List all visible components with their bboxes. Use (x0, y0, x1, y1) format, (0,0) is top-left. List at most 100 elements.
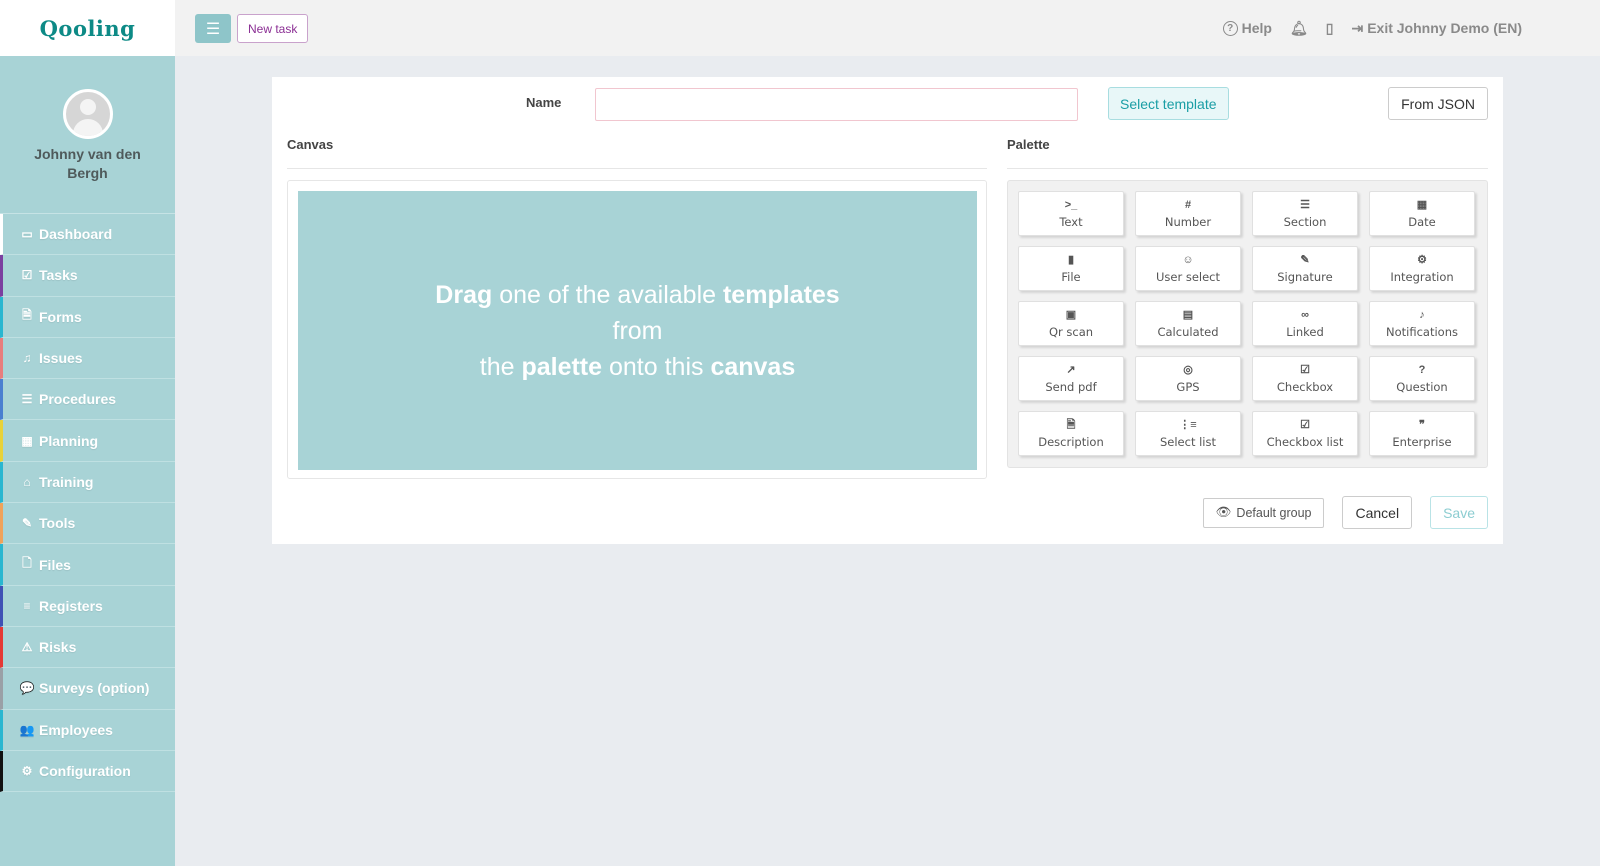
palette-item-label: User select (1155, 269, 1221, 284)
palette-item-integration[interactable]: ⚙ Integration (1369, 246, 1475, 291)
default-group-button[interactable]: 👁︎ Default group (1202, 497, 1325, 528)
sidebar-item-label: Planning (39, 432, 99, 449)
menu-toggle-button[interactable]: ☰ (195, 14, 231, 43)
share-icon: ↗ (1066, 363, 1076, 376)
device-button[interactable]: ▯ (1326, 20, 1334, 37)
document-icon: 🗎 (22, 308, 32, 323)
sidebar-item-tools[interactable]: ✎ Tools (0, 503, 175, 545)
qrcode-icon: ▣ (1065, 308, 1077, 321)
palette-item-date[interactable]: ▦ Date (1369, 191, 1475, 236)
palette-item-label: Checkbox list (1266, 434, 1344, 449)
sidebar-item-label: Files (39, 556, 71, 573)
palette-item-label: Number (1164, 214, 1212, 229)
palette-item-label: File (1061, 269, 1081, 284)
user-name: Johnny van den Bergh (34, 146, 141, 181)
sidebar-item-configuration[interactable]: ⚙ Configuration (0, 750, 175, 793)
comments-icon: 💬 (19, 681, 35, 696)
sidebar-item-label: Procedures (39, 391, 117, 408)
help-link[interactable]: ? Help (1222, 20, 1272, 36)
notifications-button[interactable]: 🔔︎ (1290, 20, 1308, 37)
select-template-button[interactable]: Select template (1108, 87, 1229, 120)
palette-item-send-pdf[interactable]: ↗ Send pdf (1018, 356, 1124, 401)
canvas-title: Canvas (287, 137, 334, 152)
sidebar-item-forms[interactable]: 🗎 Forms (0, 296, 175, 338)
help-label: Help (1241, 20, 1272, 36)
palette-item-label: Select list (1159, 434, 1217, 449)
check-square-icon: ☑ (1300, 363, 1310, 376)
sidebar-item-label: Risks (39, 639, 77, 656)
palette-item-linked[interactable]: ∞ Linked (1252, 301, 1358, 346)
graduation-cap-icon: ⌂ (23, 474, 31, 489)
palette: >_ Text # Number ☰ Section ▦ Date ▮ File ☺ User sel… (1007, 180, 1488, 468)
bell-icon: 🔔︎ (1289, 19, 1308, 36)
tablet-icon: ▯ (1325, 19, 1334, 36)
sidebar-item-risks[interactable]: ⚠ Risks (0, 626, 175, 669)
palette-item-notifications[interactable]: ♪ Notifications (1369, 301, 1475, 346)
sidebar-item-planning[interactable]: ▦ Planning (0, 420, 175, 462)
palette-item-enterprise[interactable]: ❞ Enterprise (1369, 411, 1475, 456)
question-circle-icon: ? (1222, 20, 1238, 36)
app-logo[interactable]: Qooling (40, 16, 136, 41)
exit-label: Exit Johnny Demo (EN) (1367, 20, 1522, 36)
sidebar-item-label: Tools (39, 515, 76, 532)
checkbox-icon: ☑ (21, 268, 33, 283)
canvas: Drag one of the available templates from… (287, 180, 987, 479)
top-bar: ☰ New task ? Help 🔔︎ ▯ ⇥ Exit Johnny Dem… (175, 0, 1600, 56)
sign-out-icon: ⇥ (1351, 19, 1364, 36)
sidebar-item-label: Forms (39, 308, 82, 325)
users-icon: 👥 (19, 722, 35, 737)
file-icon: 🗋 (22, 556, 32, 571)
avatar[interactable] (62, 89, 113, 139)
palette-item-calculated[interactable]: ▤ Calculated (1135, 301, 1241, 346)
procedure-icon: ☰ (21, 392, 33, 407)
palette-item-file[interactable]: ▮ File (1018, 246, 1124, 291)
sidebar-item-tasks[interactable]: ☑ Tasks (0, 255, 175, 297)
cogs-icon: ⚙ (1417, 253, 1427, 266)
palette-item-signature[interactable]: ✎ Signature (1252, 246, 1358, 291)
palette-item-checkbox-list[interactable]: ☑ Checkbox list (1252, 411, 1358, 456)
from-json-button[interactable]: From JSON (1388, 87, 1488, 120)
save-button[interactable]: Save (1430, 496, 1488, 529)
sidebar-item-files[interactable]: 🗋 Files (0, 544, 175, 586)
new-task-button[interactable]: New task (237, 14, 309, 43)
sidebar-item-label: Dashboard (39, 226, 113, 243)
palette-item-label: Enterprise (1392, 434, 1452, 449)
palette-item-gps[interactable]: ◎ GPS (1135, 356, 1241, 401)
default-group-label: Default group (1236, 505, 1312, 520)
palette-item-qr-scan[interactable]: ▣ Qr scan (1018, 301, 1124, 346)
exit-demo-link[interactable]: ⇥ Exit Johnny Demo (EN) (1351, 20, 1522, 37)
sidebar: Johnny van den Bergh ▭ Dashboard ☑ Tasks 🗎 Fo… (0, 56, 175, 866)
user-profile: Johnny van den Bergh (0, 56, 175, 214)
palette-item-label: Section (1283, 214, 1327, 229)
logo-area: Qooling (0, 0, 175, 56)
palette-item-select-list[interactable]: ⋮≡ Select list (1135, 411, 1241, 456)
list-ol-icon: ⋮≡ (1179, 418, 1197, 431)
palette-item-label: Checkbox (1276, 379, 1334, 394)
palette-item-label: Signature (1277, 269, 1333, 284)
sidebar-item-surveys-option[interactable]: 💬 Surveys (option) (0, 668, 175, 710)
name-input[interactable] (595, 88, 1078, 121)
sidebar-item-issues[interactable]: ♫ Issues (0, 337, 175, 380)
palette-item-number[interactable]: # Number (1135, 191, 1241, 236)
sidebar-item-employees[interactable]: 👥 Employees (0, 709, 175, 751)
sidebar-item-dashboard[interactable]: ▭ Dashboard (0, 214, 175, 256)
sidebar-item-training[interactable]: ⌂ Training (0, 461, 175, 504)
sidebar-item-procedures[interactable]: ☰ Procedures (0, 379, 175, 421)
sidebar-item-label: Surveys (option) (39, 680, 150, 697)
palette-item-checkbox[interactable]: ☑ Checkbox (1252, 356, 1358, 401)
canvas-hint-line-2: from (612, 316, 663, 345)
palette-item-section[interactable]: ☰ Section (1252, 191, 1358, 236)
cancel-button[interactable]: Cancel (1342, 496, 1413, 529)
sidebar-item-registers[interactable]: ≡ Registers (0, 585, 175, 627)
form-footer: 👁︎ Default group Cancel Save (1202, 496, 1488, 529)
palette-item-question[interactable]: ? Question (1369, 356, 1475, 401)
signature-icon: ✎ (1300, 253, 1310, 266)
palette-item-description[interactable]: 🗎 Description (1018, 411, 1124, 456)
palette-item-text[interactable]: >_ Text (1018, 191, 1124, 236)
hash-icon: # (1184, 198, 1192, 211)
link-icon: ∞ (1301, 308, 1309, 321)
palette-item-user-select[interactable]: ☺ User select (1135, 246, 1241, 291)
form-builder-card: Name Select template From JSON Canvas Pa… (272, 77, 1503, 544)
calculator-icon: ▤ (1182, 308, 1194, 321)
canvas-drop-zone[interactable]: Drag one of the available templates from… (298, 191, 977, 470)
